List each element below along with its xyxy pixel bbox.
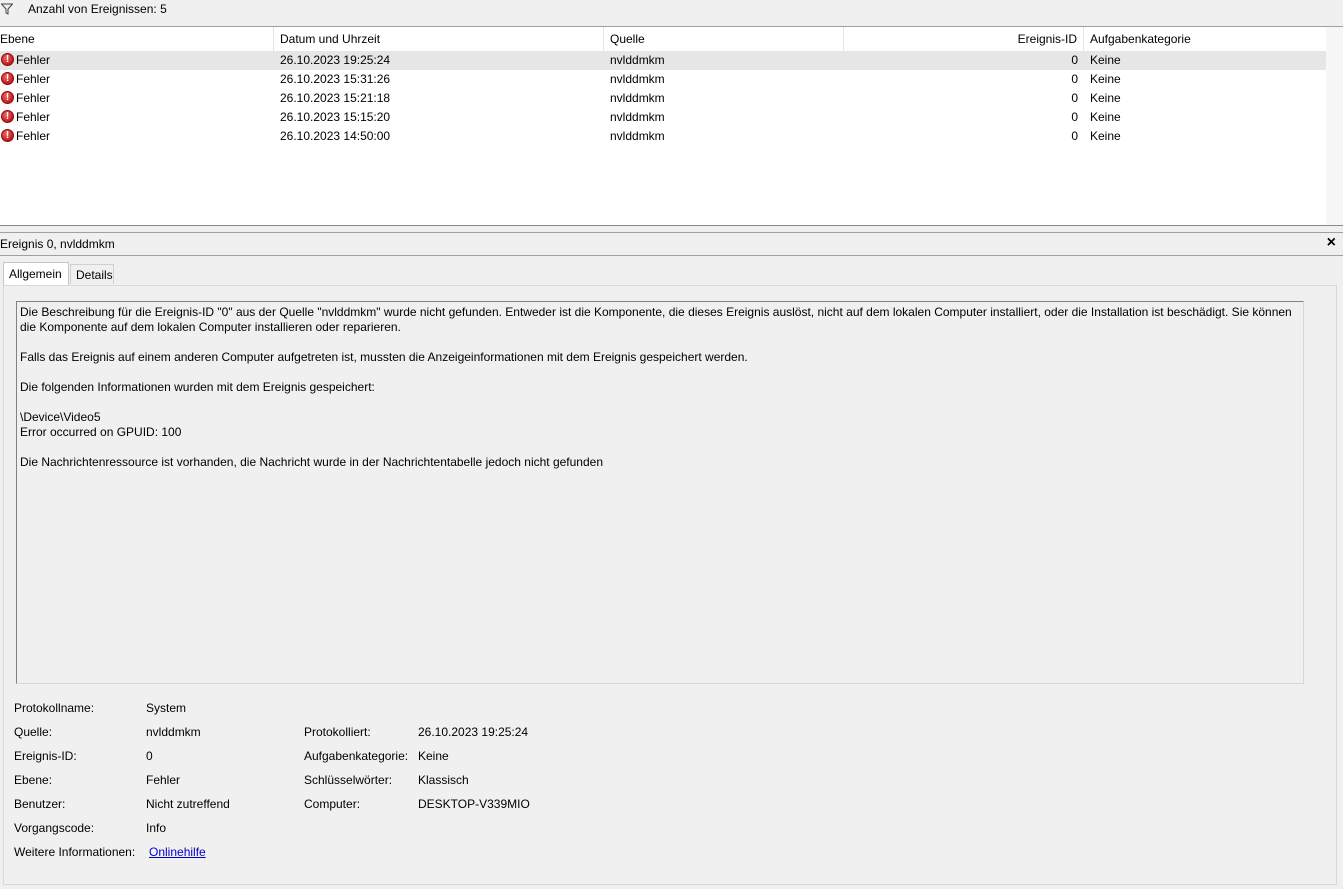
row-datetime: 26.10.2023 15:21:18 bbox=[280, 91, 391, 105]
row-datetime: 26.10.2023 19:25:24 bbox=[280, 53, 391, 67]
row-event-id: 0 bbox=[1071, 53, 1078, 67]
label-computer: Computer: bbox=[304, 797, 361, 811]
table-row[interactable]: ! Fehler 26.10.2023 15:21:18 nvlddmkm 0 K… bbox=[0, 89, 1326, 108]
row-datetime: 26.10.2023 15:15:20 bbox=[280, 110, 391, 124]
column-header-datum[interactable]: Datum und Uhrzeit bbox=[274, 27, 604, 51]
event-count: Anzahl von Ereignissen: 5 bbox=[28, 2, 167, 16]
value-schluesselwoerter: Klassisch bbox=[418, 773, 469, 787]
tab-details[interactable]: Details bbox=[70, 264, 114, 284]
row-datetime: 26.10.2023 15:31:26 bbox=[280, 72, 391, 86]
value-aufgabenkategorie: Keine bbox=[418, 749, 449, 763]
row-level: ! Fehler bbox=[0, 70, 270, 89]
description-line: Error occurred on GPUID: 100 bbox=[20, 425, 182, 439]
description-paragraph: Die Nachrichtenressource ist vorhanden, … bbox=[20, 455, 603, 469]
label-ebene: Ebene: bbox=[14, 773, 53, 787]
row-category: Keine bbox=[1090, 110, 1121, 124]
error-icon: ! bbox=[1, 72, 14, 86]
row-category: Keine bbox=[1090, 53, 1121, 67]
label-vorgangscode: Vorgangscode: bbox=[14, 821, 95, 835]
label-protokolliert: Protokolliert: bbox=[304, 725, 371, 739]
row-category: Keine bbox=[1090, 91, 1121, 105]
row-event-id: 0 bbox=[1071, 129, 1078, 143]
row-event-id: 0 bbox=[1071, 72, 1078, 86]
value-ebene: Fehler bbox=[146, 773, 181, 787]
row-source: nvlddmkm bbox=[610, 91, 665, 105]
row-level: ! Fehler bbox=[0, 127, 270, 146]
detail-tabs: Details Allgemein bbox=[0, 262, 1343, 286]
event-description[interactable]: Die Beschreibung für die Ereignis-ID "0"… bbox=[16, 301, 1304, 684]
label-quelle: Quelle: bbox=[14, 725, 53, 739]
filter-bar: Anzahl von Ereignissen: 5 bbox=[0, 0, 1343, 27]
description-paragraph: Die Beschreibung für die Ereignis-ID "0"… bbox=[20, 305, 1292, 334]
error-icon: ! bbox=[1, 110, 14, 124]
row-level-text: Fehler bbox=[16, 72, 51, 86]
value-protokollname: System bbox=[146, 701, 187, 715]
value-benutzer: Nicht zutreffend bbox=[146, 797, 230, 811]
value-ereignis-id: 0 bbox=[146, 749, 153, 763]
error-icon: ! bbox=[1, 53, 14, 67]
value-quelle: nvlddmkm bbox=[146, 725, 201, 739]
table-row[interactable]: ! Fehler 26.10.2023 14:50:00 nvlddmkm 0 K… bbox=[0, 127, 1326, 146]
row-category: Keine bbox=[1090, 129, 1121, 143]
row-source: nvlddmkm bbox=[610, 53, 665, 67]
label-schluesselwoerter: Schlüsselwörter: bbox=[304, 773, 393, 787]
table-row[interactable]: ! Fehler 26.10.2023 15:15:20 nvlddmkm 0 K… bbox=[0, 108, 1326, 127]
label-benutzer: Benutzer: bbox=[14, 797, 66, 811]
value-computer: DESKTOP-V339MIO bbox=[418, 797, 530, 811]
label-protokollname: Protokollname: bbox=[14, 701, 95, 715]
list-scrollbar[interactable] bbox=[1326, 27, 1343, 225]
label-weitere-informationen: Weitere Informationen: bbox=[14, 845, 136, 859]
detail-title: Ereignis 0, nvlddmkm bbox=[0, 237, 115, 251]
row-level-text: Fehler bbox=[16, 129, 51, 143]
row-level: ! Fehler bbox=[0, 51, 270, 70]
label-ereignis-id: Ereignis-ID: bbox=[14, 749, 77, 763]
row-datetime: 26.10.2023 14:50:00 bbox=[280, 129, 391, 143]
label-aufgabenkategorie: Aufgabenkategorie: bbox=[304, 749, 409, 763]
event-viewer: Anzahl von Ereignissen: 5 Ebene Datum un… bbox=[0, 0, 1343, 889]
column-header-aufgabenkategorie[interactable]: Aufgabenkategorie bbox=[1084, 27, 1326, 51]
row-level-text: Fehler bbox=[16, 53, 51, 67]
error-icon: ! bbox=[1, 91, 14, 105]
table-row[interactable]: ! Fehler 26.10.2023 19:25:24 nvlddmkm 0 K… bbox=[0, 51, 1326, 70]
value-protokolliert: 26.10.2023 19:25:24 bbox=[418, 725, 529, 739]
column-header-ebene[interactable]: Ebene bbox=[0, 27, 274, 51]
event-list: Ebene Datum und Uhrzeit Quelle Ereignis-… bbox=[0, 27, 1343, 226]
table-row[interactable]: ! Fehler 26.10.2023 15:31:26 nvlddmkm 0 K… bbox=[0, 70, 1326, 89]
column-headers: Ebene Datum und Uhrzeit Quelle Ereignis-… bbox=[0, 27, 1326, 52]
filter-icon[interactable] bbox=[1, 3, 13, 15]
column-header-quelle[interactable]: Quelle bbox=[604, 27, 844, 51]
close-icon[interactable]: × bbox=[1327, 234, 1336, 252]
column-header-ereignis-id[interactable]: Ereignis-ID bbox=[844, 27, 1084, 51]
error-icon: ! bbox=[1, 129, 14, 143]
row-level-text: Fehler bbox=[16, 91, 51, 105]
description-paragraph: Falls das Ereignis auf einem anderen Com… bbox=[20, 350, 748, 364]
onlinehilfe-link[interactable]: Onlinehilfe bbox=[149, 845, 206, 859]
tab-allgemein[interactable]: Allgemein bbox=[3, 262, 69, 286]
row-level: ! Fehler bbox=[0, 108, 270, 127]
row-level: ! Fehler bbox=[0, 89, 270, 108]
row-event-id: 0 bbox=[1071, 110, 1078, 124]
row-event-id: 0 bbox=[1071, 91, 1078, 105]
detail-header: Ereignis 0, nvlddmkm × bbox=[0, 232, 1343, 256]
description-line: \Device\Video5 bbox=[20, 410, 101, 424]
value-vorgangscode: Info bbox=[146, 821, 167, 835]
row-category: Keine bbox=[1090, 72, 1121, 86]
event-rows: ! Fehler 26.10.2023 19:25:24 nvlddmkm 0 K… bbox=[0, 51, 1326, 146]
row-source: nvlddmkm bbox=[610, 110, 665, 124]
row-source: nvlddmkm bbox=[610, 72, 665, 86]
row-source: nvlddmkm bbox=[610, 129, 665, 143]
description-paragraph: Die folgenden Informationen wurden mit d… bbox=[20, 380, 375, 394]
row-level-text: Fehler bbox=[16, 110, 51, 124]
